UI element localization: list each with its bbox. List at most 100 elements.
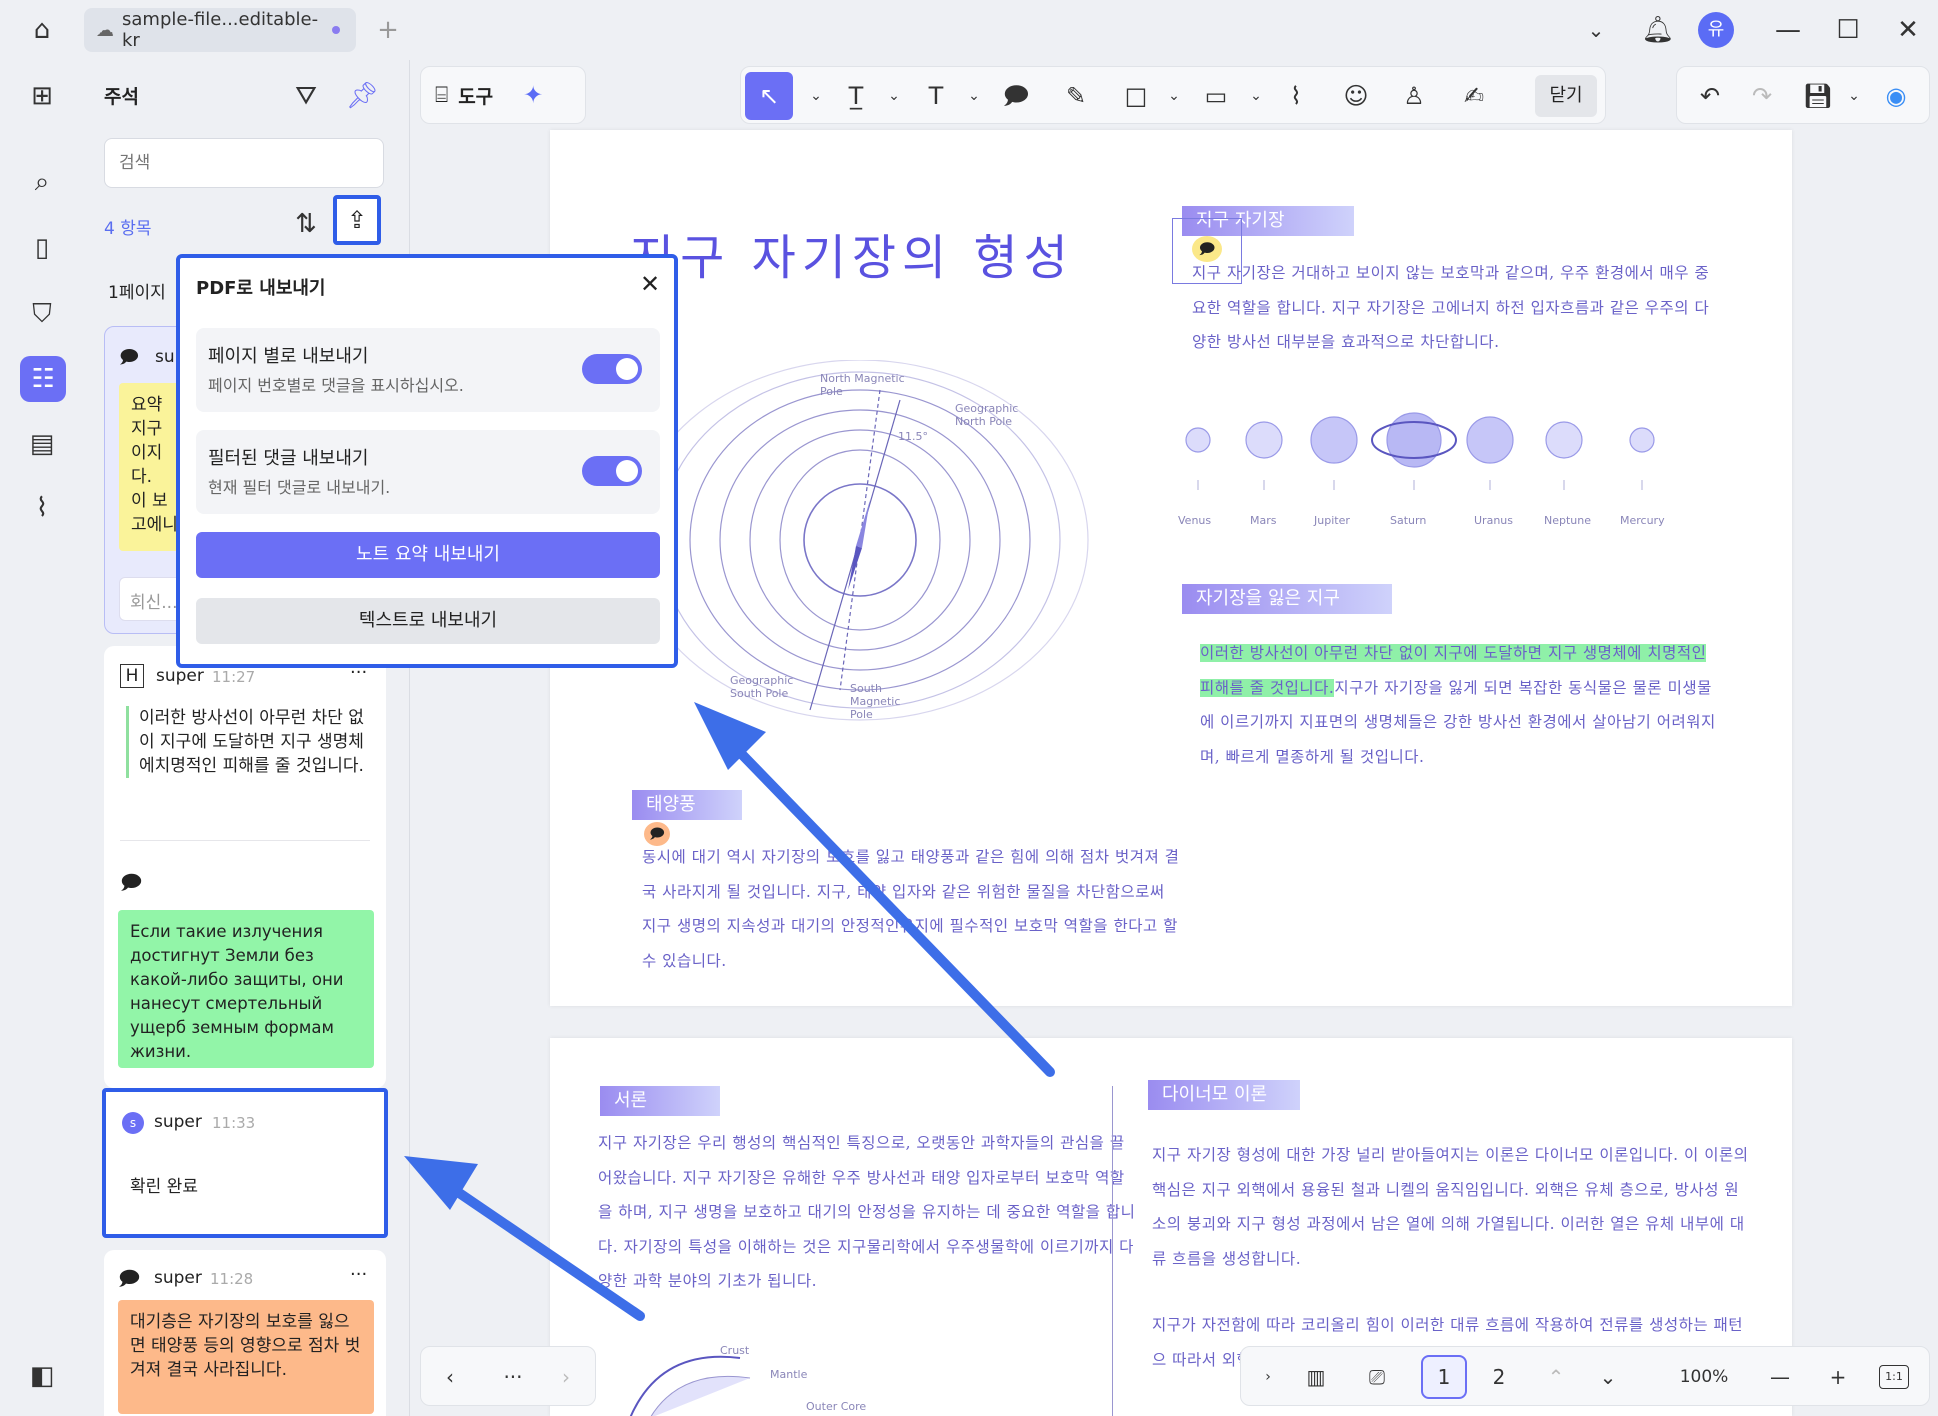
chevron-down-icon[interactable]: ⌄: [875, 77, 913, 115]
planet-label: Mars: [1250, 514, 1277, 527]
comment-card-3[interactable]: s super 11:33 확린 완료: [102, 1088, 388, 1238]
export-by-page-toggle[interactable]: [582, 354, 642, 384]
section-chip-wind: 태양풍: [632, 790, 742, 820]
sticky-note-orange: 대기층은 자기장의 보호를 잃으면 태양풍 등의 영향으로 점차 벗겨져 결국 …: [118, 1300, 374, 1414]
save-icon[interactable]: 💾︎: [1799, 77, 1837, 115]
expand-icon[interactable]: ›: [1255, 1357, 1281, 1397]
card-time: 11:33: [212, 1114, 256, 1132]
redo-icon[interactable]: ↷: [1743, 77, 1781, 115]
card-user: super: [156, 666, 204, 686]
chevron-down-icon[interactable]: ⌄: [797, 77, 835, 115]
dialog-title: PDF로 내보내기: [196, 278, 326, 299]
chevron-down-icon[interactable]: ⌄: [1835, 77, 1873, 115]
export-summary-button[interactable]: 노트 요약 내보내기: [196, 532, 660, 578]
filter-icon[interactable]: ⛛: [286, 76, 326, 116]
next-button[interactable]: ›: [551, 1357, 581, 1397]
undo-icon[interactable]: ↶: [1691, 77, 1729, 115]
export-icon: ⇪: [346, 206, 368, 234]
pencil-tool[interactable]: ✎: [1057, 77, 1095, 115]
select-tool-button[interactable]: ↖: [745, 72, 793, 120]
document-tab[interactable]: ☁ sample-file...editable-kr: [84, 8, 356, 52]
chevron-down-icon[interactable]: ⌄: [1593, 1357, 1623, 1397]
chevron-down-icon[interactable]: ⌄: [955, 77, 993, 115]
comment-icon: 🗩: [119, 347, 139, 368]
minimize-icon[interactable]: —: [1768, 10, 1808, 50]
more-options-button[interactable]: ···: [350, 1264, 367, 1285]
chevron-up-icon[interactable]: ⌃: [1541, 1357, 1571, 1397]
form-icon[interactable]: ▤: [22, 424, 62, 464]
paragraph-dynamo-1: 지구 자기장 형성에 대한 가장 널리 받아들여지는 이론은 다이너모 이론입니…: [1152, 1146, 1749, 1268]
planet-label: Jupiter: [1314, 514, 1350, 527]
attach-tool[interactable]: ⌇: [1277, 77, 1315, 115]
card-text: 확린 완료: [130, 1177, 198, 1197]
comment-tool[interactable]: 🗩: [997, 77, 1035, 115]
bookmark-icon[interactable]: ⛉: [22, 294, 62, 334]
right-toolbar: ↶ ↷ 💾︎ ⌄ ◉: [1676, 66, 1930, 124]
search-input[interactable]: [104, 138, 384, 188]
tools-button[interactable]: ⌸ 도구 ✦: [420, 66, 586, 124]
zoom-level[interactable]: 100%: [1665, 1357, 1743, 1397]
layers-icon[interactable]: ◧: [22, 1356, 62, 1396]
reading-mode-icon[interactable]: ▥: [1297, 1357, 1335, 1397]
thumbnails-icon[interactable]: ⊞: [22, 76, 62, 116]
stamp-tool[interactable]: ♙: [1395, 77, 1433, 115]
north-magnetic-label: North Magnetic Pole: [820, 372, 905, 398]
section-chip-lost: 자기장을 잃은 지구: [1182, 584, 1392, 614]
card-time: 11:27: [212, 668, 256, 686]
maximize-icon[interactable]: ☐: [1828, 10, 1868, 50]
text-tool[interactable]: T: [917, 77, 955, 115]
south-magnetic-label: South Magnetic Pole: [850, 682, 901, 721]
option-desc: 현재 필터 댓글로 내보내기.: [208, 478, 391, 497]
comment-count: 4 항목: [104, 219, 152, 239]
close-window-icon[interactable]: ✕: [1888, 10, 1928, 50]
zoom-out-button[interactable]: —: [1765, 1357, 1795, 1397]
chevron-down-icon[interactable]: ⌄: [1576, 10, 1616, 50]
column-divider: [1112, 1086, 1113, 1416]
planet-label: Saturn: [1390, 514, 1427, 527]
export-filtered-toggle[interactable]: [582, 456, 642, 486]
chevron-down-icon[interactable]: ⌄: [1237, 77, 1275, 115]
zoom-in-button[interactable]: +: [1823, 1357, 1853, 1397]
page-1-button[interactable]: 1: [1421, 1355, 1467, 1399]
page-2-button[interactable]: 2: [1479, 1357, 1519, 1397]
comment-card-2[interactable]: H super 11:27 ··· 이러한 방사선이 아무런 차단 없이 지구에…: [104, 646, 386, 1088]
pin-icon[interactable]: 📌︎: [342, 76, 382, 116]
user-avatar[interactable]: 유: [1698, 12, 1734, 48]
layer-label: Mantle: [770, 1368, 808, 1381]
home-icon[interactable]: ⌂: [22, 10, 62, 50]
measure-tool[interactable]: ▭: [1197, 77, 1235, 115]
text-highlight-tool[interactable]: T̲: [837, 77, 875, 115]
export-button[interactable]: ⇪: [333, 195, 381, 245]
sort-icon[interactable]: ⇅: [286, 204, 326, 244]
attachment-icon[interactable]: ⌇: [22, 488, 62, 528]
chevron-down-icon[interactable]: ⌄: [1155, 77, 1193, 115]
presentation-icon[interactable]: ⎚: [1355, 1357, 1399, 1397]
sticker-tool[interactable]: ☺: [1337, 77, 1375, 115]
actual-size-button[interactable]: 1:1: [1879, 1365, 1909, 1389]
prev-button[interactable]: ‹: [435, 1357, 465, 1397]
section-chip-dynamo: 다이너모 이론: [1148, 1080, 1300, 1110]
export-text-button[interactable]: 텍스트로 내보내기: [196, 598, 660, 644]
option-title: 필터된 댓글 내보내기: [208, 448, 369, 469]
option-desc: 페이지 번호별로 댓글을 표시하십시오.: [208, 376, 464, 395]
shape-tool[interactable]: □: [1117, 77, 1155, 115]
comments-icon[interactable]: ☷: [20, 356, 66, 402]
tab-title: sample-file...editable-kr: [122, 9, 319, 51]
comment-card-4[interactable]: 🗩 super 11:28 ··· 대기층은 자기장의 보호를 잃으면 태양풍 …: [104, 1250, 386, 1416]
bell-icon[interactable]: 🔔︎: [1638, 10, 1678, 50]
export-by-page-option: 페이지 별로 내보내기 페이지 번호별로 댓글을 표시하십시오.: [196, 328, 660, 412]
search-icon[interactable]: ⌕: [22, 162, 62, 202]
add-tab-button[interactable]: +: [368, 10, 408, 50]
card-user: super: [154, 1268, 202, 1288]
more-button[interactable]: ···: [493, 1357, 533, 1397]
ai-sparkle-icon[interactable]: ✦: [523, 81, 543, 109]
layer-label: Outer Core: [806, 1400, 867, 1413]
close-dialog-button[interactable]: ✕: [640, 270, 660, 298]
page-icon[interactable]: ▯: [22, 228, 62, 268]
highlight-icon: H: [120, 664, 144, 688]
ai-assistant-icon[interactable]: ◉: [1877, 77, 1915, 115]
signature-tool[interactable]: ✍: [1455, 77, 1493, 115]
paragraph-lost: 이러한 방사선이 아무런 차단 없이 지구에 도달하면 지구 생명체에 치명적인…: [1200, 636, 1720, 774]
planet-label: Venus: [1178, 514, 1212, 527]
close-toolbar-button[interactable]: 닫기: [1535, 75, 1597, 117]
